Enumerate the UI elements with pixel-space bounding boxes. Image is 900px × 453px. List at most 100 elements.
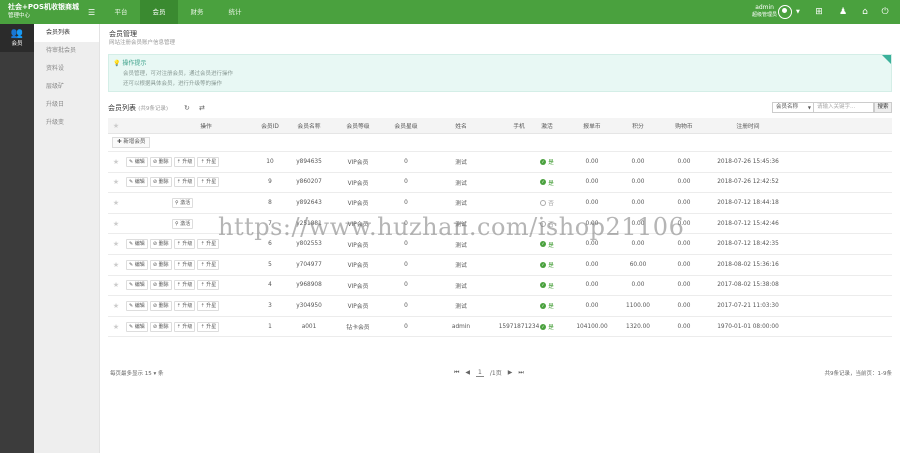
delete-button-label: 删除 [158, 179, 169, 186]
top-nav-item[interactable]: 会员 [140, 0, 178, 24]
upgrade-button[interactable]: ⇡ 升级 [173, 239, 196, 250]
submenu-item[interactable]: 资料设 [34, 60, 99, 78]
row-actions: ✎ 编辑 ⊘ 删除 ⇡ 升级 ⇡ 升星 [126, 173, 221, 193]
star-up-icon: ⇡ [200, 323, 205, 330]
submenu-item[interactable]: 会员列表 [34, 24, 99, 42]
edit-button[interactable]: ✎ 编辑 [126, 177, 148, 188]
avatar[interactable] [778, 5, 792, 19]
cell-name: y704977 [296, 261, 322, 268]
add-row: ✚ 新增会员 [108, 134, 892, 152]
star-up-button[interactable]: ⇡ 升星 [197, 177, 220, 188]
first-page-icon[interactable]: ⏮ [454, 369, 459, 377]
submenu-item[interactable]: 待审批会员 [34, 42, 99, 60]
star-icon[interactable]: ★ [108, 193, 124, 213]
power-icon[interactable]: ⏻ [880, 7, 890, 17]
submenu-item[interactable]: 升级日 [34, 96, 99, 114]
delete-button[interactable]: ⊘ 删除 [149, 280, 172, 291]
upgrade-icon: ⇡ [176, 179, 181, 186]
sitemap-icon[interactable]: ⊞ [814, 7, 824, 17]
upgrade-button[interactable]: ⇡ 升级 [173, 321, 196, 332]
home-icon[interactable]: ⌂ [860, 7, 870, 17]
star-icon[interactable]: ★ [108, 152, 124, 172]
delete-icon: ⊘ [152, 179, 158, 186]
upgrade-button[interactable]: ⇡ 升级 [173, 300, 196, 311]
star-icon[interactable]: ★ [108, 255, 124, 275]
table-row: ★ ✎ 编辑 ⊘ 删除 ⇡ 升级 ⇡ 升星 1 a001 钻卡会员 0 admin 15971871… [108, 317, 892, 338]
delete-button[interactable]: ⊘ 删除 [149, 321, 172, 332]
cell-gw: 0.00 [677, 261, 691, 268]
cell-jf: 0.00 [631, 199, 645, 206]
delete-button[interactable]: ⊘ 删除 [149, 177, 172, 188]
table-row: ★ ⚲ 激活 8 y892643 VIP会员 0 测试 否 0.00 0.00 0.00 2018-0… [108, 193, 892, 214]
cell-name: y894635 [296, 158, 322, 165]
star-icon[interactable]: ★ [108, 214, 124, 234]
edit-button[interactable]: ✎ 编辑 [126, 239, 148, 250]
prev-page-icon[interactable]: ◀ [465, 369, 470, 376]
cell-star: 0 [404, 199, 408, 206]
activate-button[interactable]: ⚲ 激活 [172, 197, 194, 208]
collapse-corner-icon[interactable] [882, 55, 891, 64]
star-icon[interactable]: ★ [108, 317, 124, 337]
star-up-button[interactable]: ⇡ 升星 [197, 321, 220, 332]
expand-icon[interactable]: ⇄ [199, 104, 205, 112]
top-nav-item[interactable]: 平台 [102, 0, 140, 24]
add-member-button[interactable]: ✚ 新增会员 [112, 137, 151, 148]
next-page-icon[interactable]: ▶ [508, 369, 513, 376]
page-number[interactable]: 1 [476, 369, 484, 377]
search-input[interactable]: 请输入关键字... [814, 102, 874, 113]
upgrade-button[interactable]: ⇡ 升级 [173, 259, 196, 270]
check-icon: ✓ [540, 302, 547, 309]
list-title-text: 会员列表 [108, 104, 136, 112]
star-icon[interactable]: ★ [108, 118, 124, 133]
activate-button[interactable]: ⚲ 激活 [172, 218, 194, 229]
delete-button[interactable]: ⊘ 删除 [149, 156, 172, 167]
row-actions: ✎ 编辑 ⊘ 删除 ⇡ 升级 ⇡ 升星 [126, 234, 221, 254]
star-up-button[interactable]: ⇡ 升星 [197, 156, 220, 167]
upgrade-button[interactable]: ⇡ 升级 [173, 177, 196, 188]
submenu-item[interactable]: 层级矿 [34, 78, 99, 96]
chevron-down-icon[interactable]: ▼ [796, 9, 800, 15]
star-up-button[interactable]: ⇡ 升星 [197, 300, 220, 311]
star-icon[interactable]: ★ [108, 296, 124, 316]
upgrade-button[interactable]: ⇡ 升级 [173, 280, 196, 291]
edit-icon: ✎ [129, 158, 134, 165]
star-up-button[interactable]: ⇡ 升星 [197, 239, 220, 250]
refresh-icon[interactable]: ↻ [184, 104, 190, 112]
cell-real: 测试 [455, 160, 467, 167]
star-icon[interactable]: ★ [108, 173, 124, 193]
delete-button[interactable]: ⊘ 删除 [149, 259, 172, 270]
last-page-icon[interactable]: ⏭ [518, 369, 523, 377]
active-yes: 是 [548, 304, 554, 311]
edit-button[interactable]: ✎ 编辑 [126, 156, 148, 167]
edit-button[interactable]: ✎ 编辑 [126, 259, 148, 270]
search-field-select[interactable]: 会员名称 ▼ [772, 102, 814, 113]
user-info[interactable]: admin 超级管理员 [752, 4, 777, 19]
edit-button[interactable]: ✎ 编辑 [126, 321, 148, 332]
delete-button[interactable]: ⊘ 删除 [149, 300, 172, 311]
star-icon[interactable]: ★ [108, 276, 124, 296]
table-header: ★ 操作 会员ID 会员名称 会员等级 会员星级 姓名 手机 激活 报单币 积分 购物币 注册时间 [108, 118, 892, 134]
leftbar-item-members[interactable]: 👥 会员 [0, 24, 34, 52]
cell-level: VIP会员 [347, 180, 369, 187]
check-icon: ✓ [540, 323, 547, 330]
star-icon[interactable]: ★ [108, 234, 124, 254]
edit-button[interactable]: ✎ 编辑 [126, 300, 148, 311]
hamburger-icon[interactable]: ☰ [88, 8, 95, 17]
users-setting-icon[interactable]: ♟ [838, 7, 848, 17]
submenu-item[interactable]: 升级变 [34, 114, 99, 132]
cell-jf: 1320.00 [626, 323, 650, 330]
activate-button-label: 激活 [180, 199, 191, 206]
edit-button[interactable]: ✎ 编辑 [126, 280, 148, 291]
search-button[interactable]: 搜索 [874, 102, 892, 113]
star-up-button[interactable]: ⇡ 升星 [197, 259, 220, 270]
upgrade-button[interactable]: ⇡ 升级 [173, 156, 196, 167]
active-status: ✓ 是 [532, 276, 562, 296]
star-up-button[interactable]: ⇡ 升星 [197, 280, 220, 291]
delete-button[interactable]: ⊘ 删除 [149, 239, 172, 250]
tips-heading-text: 操作提示 [122, 60, 147, 67]
top-nav-item[interactable]: 统计 [216, 0, 254, 24]
page-size[interactable]: 每页最多显示 15 ▾ 条 [110, 369, 164, 377]
top-nav-item[interactable]: 财务 [178, 0, 216, 24]
list-count: (共9条记录) [138, 106, 169, 112]
cell-bd: 0.00 [585, 199, 599, 206]
